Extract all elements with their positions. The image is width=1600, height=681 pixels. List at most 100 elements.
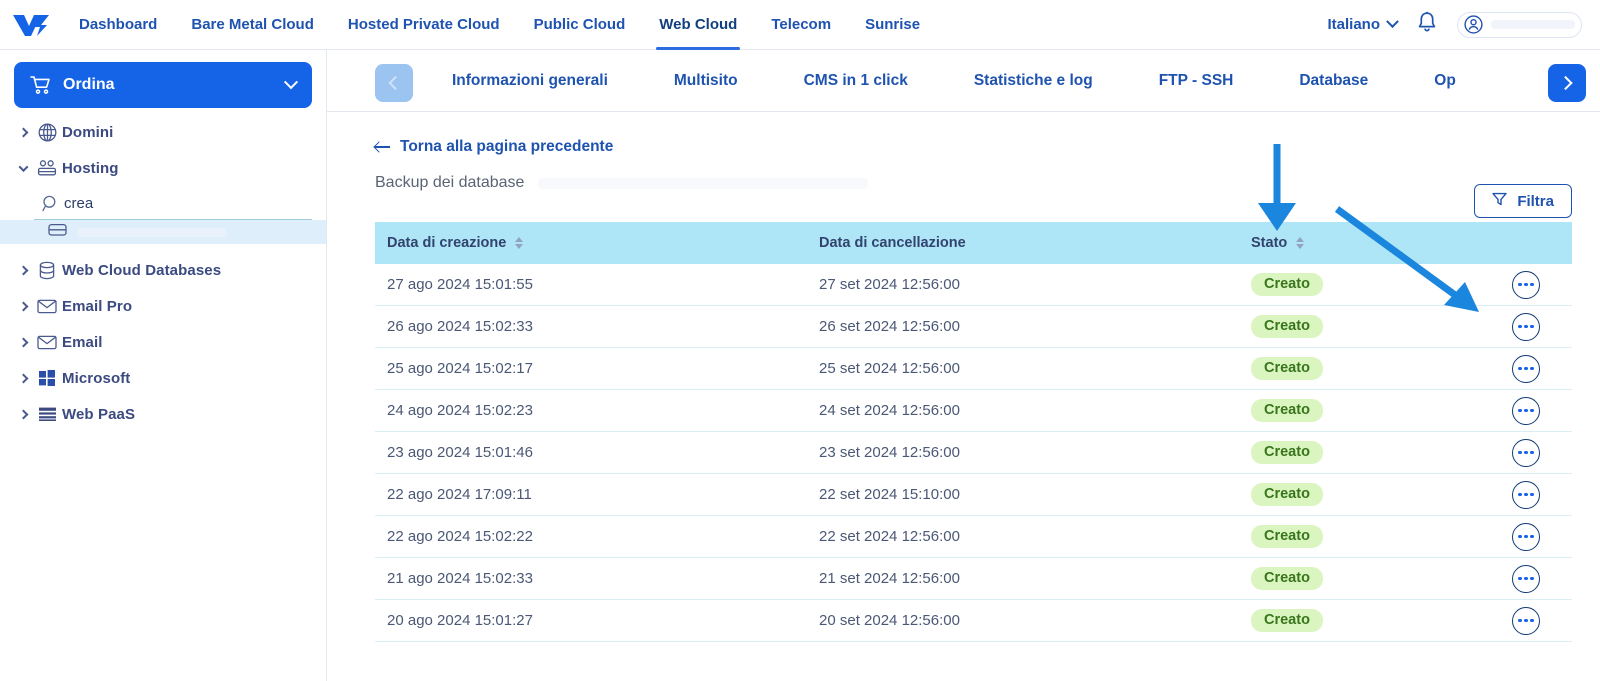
filter-button[interactable]: Filtra	[1474, 184, 1572, 218]
cell-created-date: 23 ago 2024 15:01:46	[387, 444, 533, 461]
sidebar-search[interactable]	[34, 188, 312, 220]
sidebar-item-label: Web Cloud Databases	[62, 261, 222, 279]
shopping-cart-icon	[30, 75, 51, 95]
hosting-icon	[32, 159, 62, 177]
cell-actions	[1481, 396, 1571, 425]
nav-item-dashboard[interactable]: Dashboard	[62, 0, 174, 50]
status-badge: Creato	[1251, 441, 1323, 464]
account-menu[interactable]	[1457, 11, 1582, 38]
ovh-logo[interactable]	[0, 12, 62, 38]
table-row: 21 ago 2024 15:02:33 21 set 2024 12:56:00…	[375, 558, 1572, 600]
cell-deleted-date: 23 set 2024 12:56:00	[819, 444, 960, 461]
more-actions-icon[interactable]	[1512, 564, 1540, 593]
notification-bell-icon[interactable]	[1413, 11, 1441, 38]
table-row: 23 ago 2024 15:01:46 23 set 2024 12:56:00…	[375, 432, 1572, 474]
more-actions-icon[interactable]	[1512, 522, 1540, 551]
sidebar-item-microsoft[interactable]: Microsoft	[14, 360, 312, 396]
cell-deleted-date: 22 set 2024 15:10:00	[819, 486, 960, 503]
search-icon	[36, 195, 64, 212]
sidebar-item-web-cloud-databases[interactable]: Web Cloud Databases	[14, 252, 312, 288]
cell-status: Creato	[1251, 483, 1481, 506]
nav-item-telecom[interactable]: Telecom	[754, 0, 848, 50]
table-row: 22 ago 2024 15:02:22 22 set 2024 12:56:00…	[375, 516, 1572, 558]
more-actions-icon[interactable]	[1512, 606, 1540, 635]
more-actions-icon[interactable]	[1512, 396, 1540, 425]
nav-item-hosted-private-cloud[interactable]: Hosted Private Cloud	[331, 0, 517, 50]
more-actions-icon[interactable]	[1512, 270, 1540, 299]
chevron-right-icon	[14, 409, 32, 419]
column-header-data-di-creazione[interactable]: Data di creazione	[387, 235, 819, 251]
envelope-icon	[32, 335, 62, 350]
chevron-down-icon	[283, 75, 299, 90]
nav-item-bare-metal-cloud[interactable]: Bare Metal Cloud	[174, 0, 331, 50]
sidebar-selected-hosting-item[interactable]	[0, 220, 326, 244]
sidebar-item-email[interactable]: Email	[14, 324, 312, 360]
cell-deleted-date: 27 set 2024 12:56:00	[819, 276, 960, 293]
status-badge: Creato	[1251, 399, 1323, 422]
cell-actions	[1481, 564, 1571, 593]
cell-deleted-date: 20 set 2024 12:56:00	[819, 612, 960, 629]
tab-database[interactable]: Database	[1266, 50, 1401, 111]
cell-deleted-date: 22 set 2024 12:56:00	[819, 528, 960, 545]
cell-created-date: 21 ago 2024 15:02:33	[387, 570, 533, 587]
more-actions-icon[interactable]	[1512, 480, 1540, 509]
tab-opzioni[interactable]: Op	[1401, 50, 1489, 111]
language-label: Italiano	[1327, 16, 1380, 33]
column-label: Data di creazione	[387, 235, 507, 251]
cell-created-date: 22 ago 2024 15:02:22	[387, 528, 533, 545]
sidebar-item-hosting[interactable]: Hosting	[14, 150, 312, 186]
tab-cms-in-1-click[interactable]: CMS in 1 click	[771, 50, 941, 111]
table-row: 25 ago 2024 15:02:17 25 set 2024 12:56:00…	[375, 348, 1572, 390]
sidebar-item-label: Hosting	[62, 159, 119, 177]
tab-scroll-next-button[interactable]	[1548, 64, 1586, 102]
tab-statistiche-e-log[interactable]: Statistiche e log	[941, 50, 1126, 111]
chevron-down-icon	[1386, 15, 1399, 29]
sidebar-item-label: Web PaaS	[62, 405, 136, 423]
more-actions-icon[interactable]	[1512, 354, 1540, 383]
arrow-left-icon	[375, 146, 390, 148]
cell-deleted-date: 25 set 2024 12:56:00	[819, 360, 960, 377]
tab-multisito[interactable]: Multisito	[641, 50, 771, 111]
sort-toggle-icon[interactable]	[1296, 237, 1305, 249]
envelope-icon	[32, 299, 62, 314]
cell-actions	[1481, 606, 1571, 635]
search-input[interactable]	[64, 195, 294, 212]
tab-ftp-ssh[interactable]: FTP - SSH	[1126, 50, 1267, 111]
chevron-down-icon	[14, 161, 32, 172]
account-name-redacted	[1491, 20, 1575, 29]
language-selector[interactable]: Italiano	[1327, 15, 1399, 33]
more-actions-icon[interactable]	[1512, 438, 1540, 467]
tab-scroll-prev-button[interactable]	[375, 64, 413, 102]
cell-deleted-date: 26 set 2024 12:56:00	[819, 318, 960, 335]
sidebar-item-email-pro[interactable]: Email Pro	[14, 288, 312, 324]
user-account-icon	[1464, 15, 1483, 34]
back-link[interactable]: Torna alla pagina precedente	[375, 138, 613, 156]
funnel-icon	[1492, 192, 1508, 210]
back-link-label: Torna alla pagina precedente	[400, 138, 614, 155]
cell-actions	[1481, 270, 1571, 299]
nav-item-sunrise[interactable]: Sunrise	[848, 0, 937, 50]
cell-status: Creato	[1251, 357, 1481, 380]
table-row: 22 ago 2024 17:09:11 22 set 2024 15:10:00…	[375, 474, 1572, 516]
cell-actions	[1481, 438, 1571, 467]
tab-informazioni-generali[interactable]: Informazioni generali	[419, 50, 641, 111]
layers-icon	[32, 406, 62, 422]
table-row: 24 ago 2024 15:02:23 24 set 2024 12:56:00…	[375, 390, 1572, 432]
status-badge: Creato	[1251, 525, 1323, 548]
chevron-right-icon	[1558, 75, 1573, 91]
server-icon	[48, 223, 67, 242]
order-button-label: Ordina	[63, 76, 115, 93]
sort-toggle-icon[interactable]	[515, 237, 524, 249]
order-button[interactable]: Ordina	[14, 62, 312, 108]
nav-item-web-cloud[interactable]: Web Cloud	[642, 0, 754, 50]
more-actions-icon[interactable]	[1512, 312, 1540, 341]
sidebar-item-domini[interactable]: Domini	[14, 114, 312, 150]
column-header-stato[interactable]: Stato	[1251, 235, 1481, 251]
cell-created-date: 22 ago 2024 17:09:11	[387, 486, 532, 503]
nav-item-public-cloud[interactable]: Public Cloud	[517, 0, 643, 50]
cell-created-date: 27 ago 2024 15:01:55	[387, 276, 533, 293]
sidebar-item-web-paas[interactable]: Web PaaS	[14, 396, 312, 432]
column-label: Data di cancellazione	[819, 235, 966, 251]
product-tab-bar: Informazioni generali Multisito CMS in 1…	[327, 50, 1600, 112]
page-title-suffix-redacted	[538, 177, 869, 189]
